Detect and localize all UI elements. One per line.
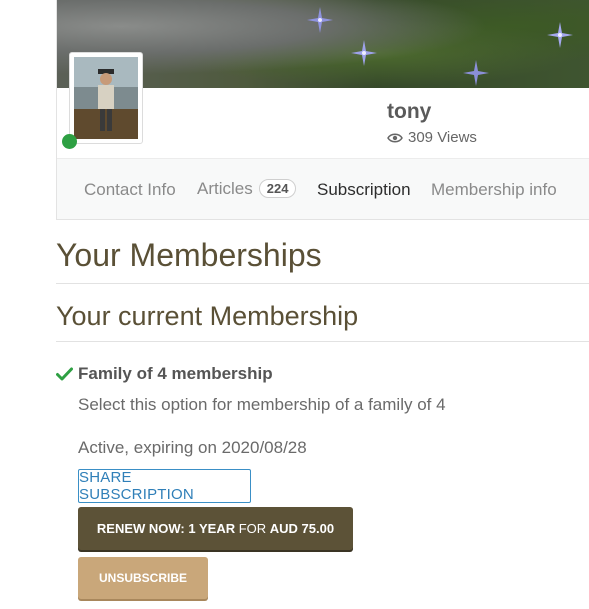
online-status-dot bbox=[62, 134, 77, 149]
tab-membership-info[interactable]: Membership info bbox=[431, 180, 557, 200]
tab-label: Subscription bbox=[317, 180, 411, 199]
share-subscription-button[interactable]: SHARE SUBSCRIPTION bbox=[78, 469, 251, 503]
flower-icon bbox=[463, 60, 489, 86]
articles-count-badge: 224 bbox=[258, 179, 297, 198]
view-count: 309 Views bbox=[387, 129, 477, 146]
tab-contact-info[interactable]: Contact Info bbox=[84, 180, 176, 200]
tab-label: Membership info bbox=[431, 180, 557, 199]
renew-price: AUD 75.00 bbox=[269, 521, 335, 536]
tab-label: Contact Info bbox=[84, 180, 176, 199]
divider bbox=[56, 283, 589, 284]
eye-icon bbox=[387, 133, 403, 142]
user-name: tony bbox=[387, 100, 432, 123]
avatar[interactable] bbox=[69, 52, 143, 144]
section-title: Your current Membership bbox=[56, 301, 359, 331]
flower-icon bbox=[307, 7, 333, 33]
plan-description: Select this option for membership of a f… bbox=[78, 395, 446, 414]
renew-now-button[interactable]: RENEW NOW: 1 YEAR FOR AUD 75.00 bbox=[78, 507, 353, 550]
renew-term: 1 YEAR bbox=[188, 521, 236, 536]
page-title: Your Memberships bbox=[56, 237, 322, 273]
avatar-photo bbox=[74, 57, 138, 139]
flower-icon bbox=[351, 40, 377, 66]
view-count-label: 309 Views bbox=[408, 129, 477, 146]
check-icon bbox=[56, 367, 73, 381]
renew-prefix: RENEW NOW: bbox=[96, 521, 189, 536]
divider bbox=[56, 341, 589, 342]
tab-label: Articles bbox=[197, 179, 253, 198]
plan-name: Family of 4 membership bbox=[78, 364, 273, 383]
membership-status: Active, expiring on 2020/08/28 bbox=[78, 438, 307, 457]
unsubscribe-button[interactable]: UNSUBSCRIBE bbox=[78, 557, 208, 599]
tab-articles[interactable]: Articles 224 bbox=[197, 179, 297, 199]
tab-subscription[interactable]: Subscription bbox=[317, 180, 411, 200]
membership-plan: Family of 4 membership bbox=[56, 364, 273, 384]
flower-icon bbox=[547, 22, 573, 48]
renew-for: FOR bbox=[235, 521, 270, 536]
